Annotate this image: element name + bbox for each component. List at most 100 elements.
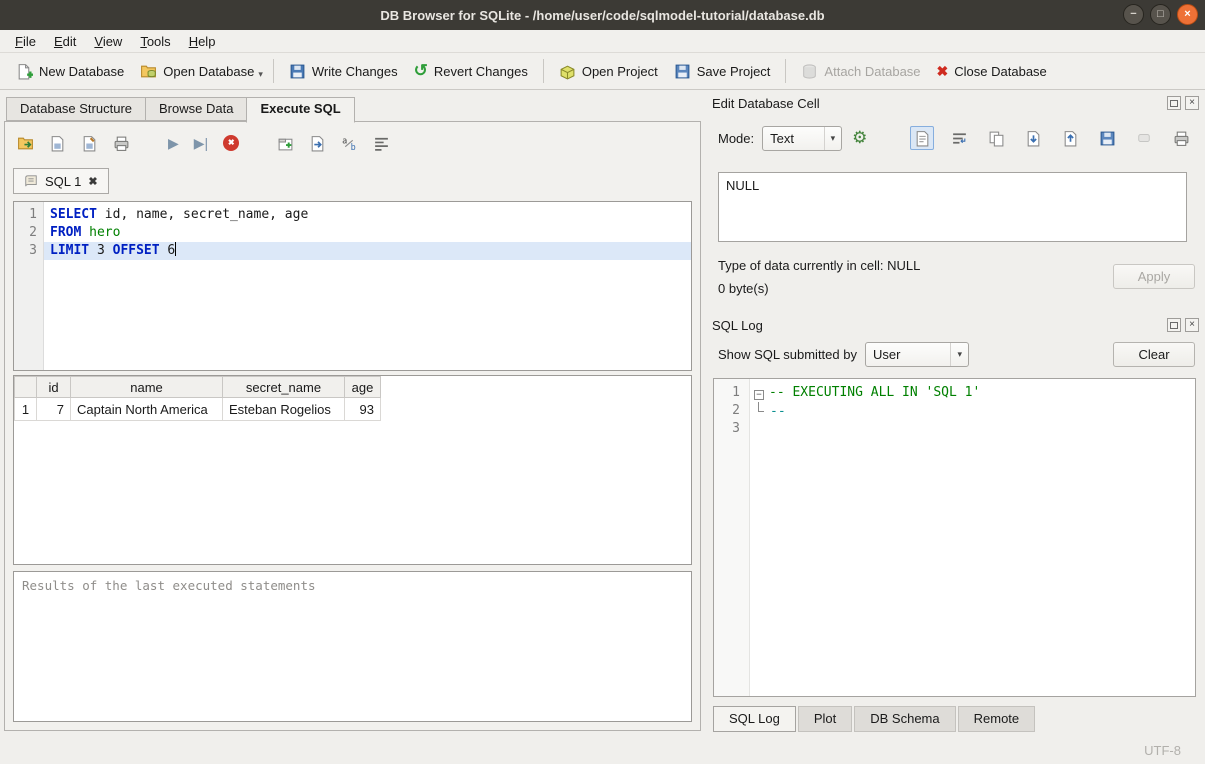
attach-database-label: Attach Database: [824, 64, 920, 79]
open-sql-file-icon[interactable]: [17, 135, 34, 152]
dock-tab-db-schema[interactable]: DB Schema: [854, 706, 955, 732]
column-header-name[interactable]: name: [71, 377, 223, 398]
sql-keyword: SELECT: [50, 207, 97, 222]
execute-current-line-icon[interactable]: ▶|: [194, 135, 208, 152]
toolbar-separator: [273, 59, 274, 83]
cell-editor[interactable]: NULL: [718, 172, 1187, 242]
main-tabbar: Database Structure Browse Data Execute S…: [6, 97, 354, 123]
stop-execution-icon[interactable]: ✖: [223, 135, 239, 151]
save-data-icon[interactable]: [1095, 126, 1119, 150]
sql-keyword: FROM: [50, 225, 81, 240]
sql-log-title: SQL Log: [712, 318, 1163, 333]
open-new-tab-icon[interactable]: [277, 135, 294, 152]
sql-text: id, name, secret_name, age: [97, 207, 308, 222]
log-comment: --: [770, 404, 786, 419]
new-database-button[interactable]: New Database: [8, 58, 132, 85]
right-pane: Edit Database Cell × Mode: Text ▾ ⚙: [706, 90, 1205, 738]
import-data-icon[interactable]: [1021, 126, 1045, 150]
dock-float-button[interactable]: [1167, 96, 1181, 110]
tab-database-structure[interactable]: Database Structure: [6, 97, 146, 121]
menubar: File Edit View Tools Help: [0, 30, 1205, 52]
cell-type-info: Type of data currently in cell: NULL: [718, 258, 920, 273]
grid-row: 1 7 Captain North America Esteban Rogeli…: [15, 398, 381, 421]
cell-name[interactable]: Captain North America: [71, 398, 223, 421]
open-database-button[interactable]: Open Database: [132, 58, 262, 85]
dock-float-button[interactable]: [1167, 318, 1181, 332]
line-number: 2: [14, 224, 43, 242]
menu-tools[interactable]: Tools: [131, 32, 179, 51]
cell-id[interactable]: 7: [37, 398, 71, 421]
encoding-indicator[interactable]: UTF-8: [1144, 743, 1181, 758]
clear-log-button[interactable]: Clear: [1113, 342, 1195, 367]
open-project-label: Open Project: [582, 64, 658, 79]
sql-log-view[interactable]: 1 2 3 −-- EXECUTING ALL IN 'SQL 1' --: [713, 378, 1196, 697]
maximize-button[interactable]: □: [1150, 4, 1171, 25]
dock-tab-remote[interactable]: Remote: [958, 706, 1036, 732]
log-line-1: −-- EXECUTING ALL IN 'SQL 1': [750, 384, 1195, 402]
menu-edit[interactable]: Edit: [45, 32, 85, 51]
save-sql-file-icon[interactable]: [49, 135, 66, 152]
menu-file[interactable]: File: [6, 32, 45, 51]
dock-close-button[interactable]: ×: [1185, 96, 1199, 110]
column-header-secret-name[interactable]: secret_name: [223, 377, 345, 398]
menu-view[interactable]: View: [85, 32, 131, 51]
revert-changes-button[interactable]: ↺ Revert Changes: [406, 58, 536, 84]
find-replace-icon[interactable]: ab: [341, 135, 358, 152]
column-header-age[interactable]: age: [345, 377, 381, 398]
copy-cell-icon[interactable]: [984, 126, 1008, 150]
auto-switch-mode-icon[interactable]: ⚙: [852, 129, 867, 147]
word-wrap-icon[interactable]: [947, 126, 971, 150]
write-changes-button[interactable]: Write Changes: [281, 58, 406, 85]
open-database-label: Open Database: [163, 64, 254, 79]
svg-text:b: b: [351, 142, 356, 151]
close-database-button[interactable]: ✖ Close Database: [929, 58, 1055, 84]
float-icon: [1170, 322, 1178, 329]
column-header-id[interactable]: id: [37, 377, 71, 398]
log-comment: -- EXECUTING ALL IN 'SQL 1': [769, 385, 980, 400]
cell-age[interactable]: 93: [345, 398, 381, 421]
line-number: 1: [714, 384, 749, 402]
dock-close-button[interactable]: ×: [1185, 318, 1199, 332]
line-number: 2: [714, 402, 749, 420]
cell-value: NULL: [726, 178, 759, 193]
line-number: 3: [14, 242, 43, 260]
submitted-by-value: User: [873, 347, 900, 362]
new-database-label: New Database: [39, 64, 124, 79]
dock-tab-sql-log[interactable]: SQL Log: [713, 706, 796, 732]
close-database-label: Close Database: [954, 64, 1047, 79]
statusbar: UTF-8: [0, 738, 1205, 764]
window-controls: − □ ×: [1123, 4, 1198, 25]
submitted-by-select[interactable]: User ▾: [865, 342, 969, 367]
sql-editor[interactable]: 1 2 3 SELECT id, name, secret_name, age …: [13, 201, 692, 371]
sql-tab-1[interactable]: SQL 1 ✖: [13, 168, 109, 194]
row-header[interactable]: 1: [15, 398, 37, 421]
open-project-button[interactable]: Open Project: [551, 58, 666, 85]
print-cell-icon[interactable]: [1169, 126, 1193, 150]
text-view-icon[interactable]: [910, 126, 934, 150]
fold-marker-icon[interactable]: −: [754, 390, 764, 400]
save-project-label: Save Project: [697, 64, 771, 79]
save-project-button[interactable]: Save Project: [666, 58, 779, 85]
editor-code[interactable]: SELECT id, name, secret_name, age FROM h…: [44, 202, 691, 370]
tab-browse-data[interactable]: Browse Data: [145, 97, 247, 121]
export-results-icon[interactable]: [309, 135, 326, 152]
execute-all-icon[interactable]: ▶: [168, 135, 179, 152]
execute-sql-panel: ▶ ▶| ✖ ab SQL 1 ✖: [4, 121, 701, 731]
sql-editor-tabbar: SQL 1 ✖: [13, 168, 109, 194]
set-null-icon: [1132, 126, 1156, 150]
print-sql-icon[interactable]: [113, 135, 130, 152]
save-sql-as-icon[interactable]: [81, 135, 98, 152]
export-data-icon[interactable]: [1058, 126, 1082, 150]
menu-help[interactable]: Help: [180, 32, 225, 51]
sql-tab-close-icon[interactable]: ✖: [88, 175, 97, 188]
minimize-button[interactable]: −: [1123, 4, 1144, 25]
close-button[interactable]: ×: [1177, 4, 1198, 25]
cell-secret-name[interactable]: Esteban Rogelios: [223, 398, 345, 421]
cell-tools: [910, 126, 1193, 150]
format-sql-icon[interactable]: [373, 135, 390, 152]
mode-select[interactable]: Text ▾: [762, 126, 842, 151]
tab-execute-sql[interactable]: Execute SQL: [246, 97, 354, 123]
open-database-dropdown-icon[interactable]: ▾: [258, 61, 266, 82]
dock-tab-plot[interactable]: Plot: [798, 706, 852, 732]
sql-keyword: OFFSET: [113, 243, 160, 258]
